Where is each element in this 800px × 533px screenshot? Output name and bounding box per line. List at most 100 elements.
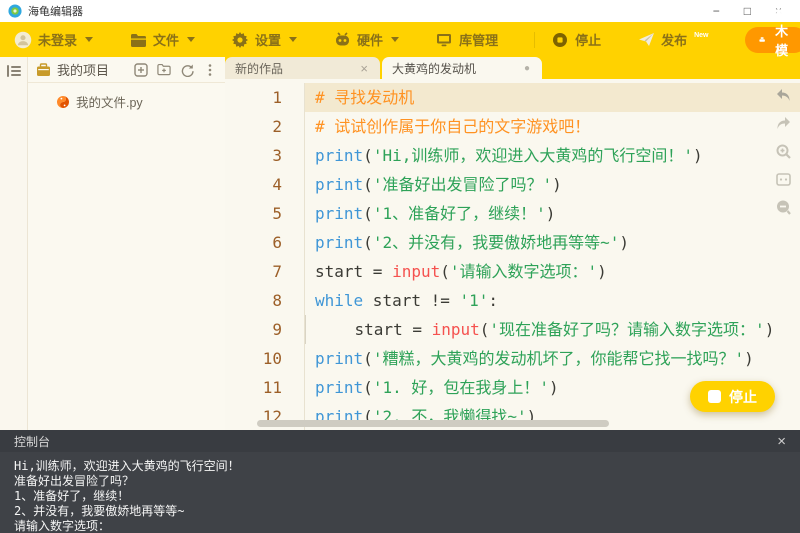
window-title: 海龟编辑器 (28, 3, 83, 19)
code-line[interactable]: 4print('准备好出发冒险了吗？') (225, 170, 800, 199)
stop-circle-icon (551, 31, 569, 49)
import-icon[interactable] (180, 63, 194, 77)
app-logo-turtle-icon (8, 4, 22, 18)
editor-column: 新的作品 × 大黄鸡的发动机 ● 1# 寻找发动机2# 试试创作属于你自己的文字… (225, 57, 800, 430)
minimize-icon[interactable]: − (713, 5, 720, 17)
line-number: 5 (225, 199, 305, 228)
code-text: while start != '1': (305, 286, 800, 315)
robot-icon (333, 31, 351, 49)
menu-item-label: 设置 (255, 30, 281, 49)
menu-item-label: 发布 (661, 30, 687, 49)
code-text: start = input('请输入数字选项：') (305, 257, 800, 286)
chevron-down-icon (391, 37, 399, 42)
console-line: 准备好出发冒险了吗？ (14, 474, 786, 489)
console-close-icon[interactable]: × (777, 434, 786, 449)
code-text: print('2、并没有，我要傲娇地再等等~') (305, 228, 800, 257)
menu-item-settings[interactable]: 设置 (231, 30, 297, 49)
menu-divider (534, 32, 535, 48)
code-text: # 寻找发动机 (305, 83, 800, 112)
line-number: 4 (225, 170, 305, 199)
line-number: 1 (225, 83, 305, 112)
app-window: 海龟编辑器 − □ × 未登录文件设置硬件库管理停止发布New 积木模式 (0, 0, 800, 533)
code-line[interactable]: 7start = input('请输入数字选项：') (225, 257, 800, 286)
code-line[interactable]: 3print('Hi,训练师，欢迎进入大黄鸡的飞行空间！') (225, 141, 800, 170)
title-bar: 海龟编辑器 − □ × (0, 0, 800, 22)
code-line[interactable]: 10print('糟糕，大黄鸡的发动机坏了，你能帮它找一找吗？') (225, 344, 800, 373)
line-number: 7 (225, 257, 305, 286)
menu-item-label: 停止 (575, 30, 601, 49)
menu-bar: 未登录 文件 设置 硬件 库管理 停止 发布 New 积木模式 (0, 22, 800, 57)
maximize-icon[interactable]: □ (744, 5, 751, 17)
blocks-icon (759, 33, 765, 46)
zoom-out-icon[interactable] (775, 199, 792, 216)
menu-item-label: 库管理 (459, 30, 498, 49)
menu-item-file[interactable]: 文件 (129, 30, 195, 49)
menu-item-label: 文件 (153, 30, 179, 49)
console-line: 请输入数字选项： (14, 519, 786, 533)
code-text: print('1、准备好了，继续！') (305, 199, 800, 228)
code-line[interactable]: 9 start = input('现在准备好了吗？请输入数字选项：') (225, 315, 800, 344)
code-line[interactable]: 2# 试试创作属于你自己的文字游戏吧！ (225, 112, 800, 141)
editor-tools (775, 87, 792, 216)
chevron-down-icon (289, 37, 297, 42)
code-line[interactable]: 1# 寻找发动机 (225, 83, 800, 112)
project-panel-title: 我的项目 (57, 60, 134, 79)
actual-size-icon[interactable] (775, 171, 792, 188)
horizontal-scrollbar[interactable] (257, 420, 609, 427)
tab-new-work[interactable]: 新的作品 × (225, 57, 380, 79)
project-sidebar: 我的项目 我的文件.py (28, 57, 225, 430)
block-mode-button[interactable]: 积木模式 (745, 27, 800, 53)
line-number: 8 (225, 286, 305, 315)
redo-icon[interactable] (775, 115, 792, 132)
stop-run-label: 停止 (729, 387, 757, 407)
line-number: 3 (225, 141, 305, 170)
menu-item-stop[interactable]: 停止 (551, 30, 601, 49)
file-name: 我的文件.py (76, 92, 143, 111)
more-icon[interactable] (203, 63, 217, 77)
unsaved-dot-icon: ● (522, 63, 532, 74)
console-header: 控制台 × (0, 430, 800, 452)
chevron-down-icon (187, 37, 195, 42)
zoom-in-icon[interactable] (775, 143, 792, 160)
tab-close-icon[interactable]: × (358, 61, 370, 76)
chevron-down-icon (85, 37, 93, 42)
code-line[interactable]: 8while start != '1': (225, 286, 800, 315)
avatar-icon (14, 31, 32, 49)
python-file-icon (56, 95, 70, 109)
tab-bar: 新的作品 × 大黄鸡的发动机 ● (225, 57, 800, 79)
console-title: 控制台 (14, 433, 777, 450)
console-output: Hi,训练师，欢迎进入大黄鸡的飞行空间！准备好出发冒险了吗？1、准备好了，继续！… (0, 452, 800, 533)
toggle-project-panel-icon[interactable] (6, 63, 22, 79)
left-rail (0, 57, 28, 430)
menu-item-hardware[interactable]: 硬件 (333, 30, 399, 49)
new-folder-icon[interactable] (157, 63, 171, 77)
code-text: # 试试创作属于你自己的文字游戏吧！ (305, 112, 800, 141)
paper-plane-icon (637, 31, 655, 49)
tab-big-yellow-chicken-engine[interactable]: 大黄鸡的发动机 ● (382, 57, 542, 79)
stop-square-icon (708, 390, 721, 403)
menu-item-publish[interactable]: 发布 New (637, 30, 708, 49)
tab-label: 大黄鸡的发动机 (392, 60, 522, 77)
code-text: print('准备好出发冒险了吗？') (305, 170, 800, 199)
code-text: print('糟糕，大黄鸡的发动机坏了，你能帮它找一找吗？') (305, 344, 800, 373)
folder-icon (129, 31, 147, 49)
code-text: start = input('现在准备好了吗？请输入数字选项：') (305, 315, 800, 344)
code-editor[interactable]: 1# 寻找发动机2# 试试创作属于你自己的文字游戏吧！3print('Hi,训练… (225, 79, 800, 430)
new-badge: New (694, 32, 708, 39)
file-item-python[interactable]: 我的文件.py (28, 83, 225, 111)
gear-icon (231, 31, 249, 49)
stop-run-button[interactable]: 停止 (690, 381, 775, 412)
briefcase-icon (36, 63, 51, 77)
menu-item-account[interactable]: 未登录 (14, 30, 93, 49)
code-line[interactable]: 5print('1、准备好了，继续！') (225, 199, 800, 228)
code-line[interactable]: 6print('2、并没有，我要傲娇地再等等~') (225, 228, 800, 257)
line-number: 11 (225, 373, 305, 402)
project-panel-header: 我的项目 (28, 57, 225, 83)
new-file-icon[interactable] (134, 63, 148, 77)
undo-icon[interactable] (775, 87, 792, 104)
main-area: 我的项目 我的文件.py 新的作品 × 大黄鸡的发 (0, 57, 800, 430)
line-number: 9 (225, 315, 305, 344)
tab-label: 新的作品 (235, 60, 358, 77)
menu-item-library[interactable]: 库管理 (435, 30, 498, 49)
menu-item-label: 硬件 (357, 30, 383, 49)
